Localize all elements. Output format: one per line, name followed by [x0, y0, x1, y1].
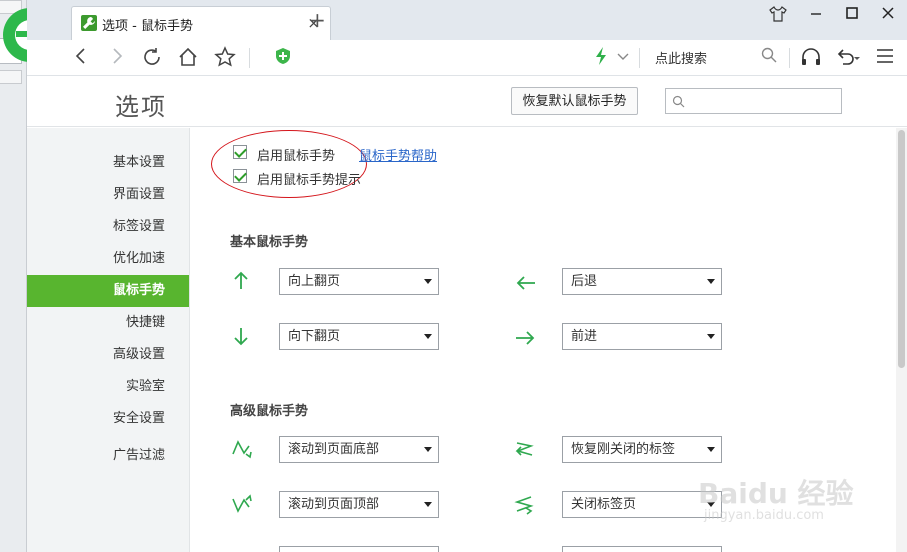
arrow-up-icon [234, 271, 248, 289]
page-title: 选项 [115, 93, 167, 121]
headphones-icon[interactable] [799, 46, 823, 70]
options-sidebar: 基本设置 界面设置 标签设置 优化加速 鼠标手势 快捷键 高级设置 实验室 安全… [27, 128, 190, 552]
gesture-right-left-right-icon [515, 442, 534, 456]
sidebar-item-shortcuts[interactable]: 快捷键 [126, 307, 165, 339]
advanced-gesture-title: 高级鼠标手势 [230, 404, 309, 419]
gesture-right-select[interactable]: 前进 [562, 323, 722, 350]
sidebar-item-security[interactable]: 安全设置 [113, 403, 165, 435]
tab-title: 选项 - 鼠标手势 [102, 19, 193, 34]
background-window [0, 0, 27, 552]
wrench-icon [81, 15, 97, 31]
toolbar-divider [249, 48, 250, 68]
caret-down-icon [707, 279, 715, 284]
gesture-right-value: 前进 [571, 329, 598, 344]
gesture-up-select[interactable]: 向上翻页 [279, 268, 439, 295]
forward-icon[interactable] [105, 46, 129, 70]
watermark-line1: Baidu 经验 [698, 477, 854, 510]
gesture-scroll-bottom-value: 滚动到页面底部 [288, 442, 380, 457]
arrow-right-icon [516, 331, 535, 345]
basic-gesture-title: 基本鼠标手势 [230, 235, 309, 250]
back-icon[interactable] [69, 46, 93, 70]
gesture-up-down-up-icon [232, 494, 252, 513]
sidebar-item-lab[interactable]: 实验室 [126, 371, 165, 403]
gesture-left-right-left-icon [514, 496, 534, 515]
toolbar-divider [789, 48, 790, 68]
gesture-help-link[interactable]: 鼠标手势帮助 [359, 145, 437, 164]
vertical-scrollbar[interactable] [896, 128, 907, 552]
caret-down-icon [424, 447, 432, 452]
search-icon[interactable] [757, 46, 781, 70]
new-tab-button[interactable]: + [309, 8, 326, 32]
sidebar-item-interface[interactable]: 界面设置 [113, 179, 165, 211]
menu-icon[interactable] [873, 46, 897, 70]
star-icon[interactable] [213, 46, 237, 70]
options-search-input[interactable] [665, 88, 842, 114]
baidu-watermark: Baidu 经验 jingyan.baidu.com [690, 452, 860, 532]
gesture-hint-checkbox[interactable] [233, 169, 247, 183]
gesture-next-select[interactable] [279, 546, 439, 552]
background-scroll [0, 70, 22, 84]
gesture-left-value: 后退 [571, 274, 598, 289]
sidebar-item-mouse-gesture[interactable]: 鼠标手势 [27, 275, 189, 307]
search-label[interactable]: 点此搜索 [655, 48, 707, 67]
minimize-icon[interactable] [801, 6, 831, 30]
gesture-scroll-top-select[interactable]: 滚动到页面顶部 [279, 491, 439, 518]
arrow-left-icon [516, 276, 535, 290]
scrollbar-thumb[interactable] [898, 130, 905, 368]
gesture-left-select[interactable]: 后退 [562, 268, 722, 295]
options-header: 选项 恢复默认鼠标手势 [27, 77, 907, 127]
caret-down-icon [707, 334, 715, 339]
watermark-line2: jingyan.baidu.com [704, 508, 824, 523]
restore-default-button[interactable]: 恢复默认鼠标手势 [511, 87, 638, 115]
enable-gesture-checkbox[interactable] [233, 145, 247, 159]
enable-gesture-label: 启用鼠标手势 [257, 149, 336, 164]
sidebar-item-advanced[interactable]: 高级设置 [113, 339, 165, 371]
gesture-up-value: 向上翻页 [288, 274, 341, 289]
undo-menu-icon[interactable] [851, 46, 863, 70]
caret-down-icon [424, 279, 432, 284]
skin-icon[interactable] [763, 6, 793, 30]
browser-toolbar: 点此搜索 [27, 40, 907, 76]
sidebar-item-adblock[interactable]: 广告过滤 [113, 440, 165, 472]
chevron-down-icon[interactable] [611, 46, 635, 70]
gesture-scroll-bottom-select[interactable]: 滚动到页面底部 [279, 436, 439, 463]
reload-icon[interactable] [140, 46, 164, 70]
close-window-icon[interactable] [873, 6, 903, 30]
gesture-close-tab-value: 关闭标签页 [571, 497, 637, 512]
sidebar-item-tabs[interactable]: 标签设置 [113, 211, 165, 243]
gesture-down-select[interactable]: 向下翻页 [279, 323, 439, 350]
toolbar-divider [639, 48, 640, 68]
gesture-next-select[interactable] [562, 546, 722, 552]
caret-down-icon [424, 334, 432, 339]
gesture-reopen-tab-value: 恢复刚关闭的标签 [571, 442, 676, 457]
search-icon [672, 95, 685, 108]
tab-options[interactable]: 选项 - 鼠标手势 × [71, 6, 331, 40]
home-icon[interactable] [176, 46, 200, 70]
sidebar-item-optimize[interactable]: 优化加速 [113, 243, 165, 275]
gesture-hint-label: 启用鼠标手势提示 [257, 173, 362, 188]
sidebar-item-basic[interactable]: 基本设置 [113, 147, 165, 179]
shield-icon[interactable] [271, 46, 295, 70]
gesture-down-value: 向下翻页 [288, 329, 341, 344]
maximize-icon[interactable] [837, 6, 867, 30]
arrow-down-icon [234, 328, 248, 346]
lightning-icon[interactable] [589, 46, 613, 70]
gesture-down-up-down-icon [232, 440, 252, 459]
caret-down-icon [424, 502, 432, 507]
tab-strip: 选项 - 鼠标手势 × + [27, 0, 907, 40]
gesture-scroll-top-value: 滚动到页面顶部 [288, 497, 380, 512]
